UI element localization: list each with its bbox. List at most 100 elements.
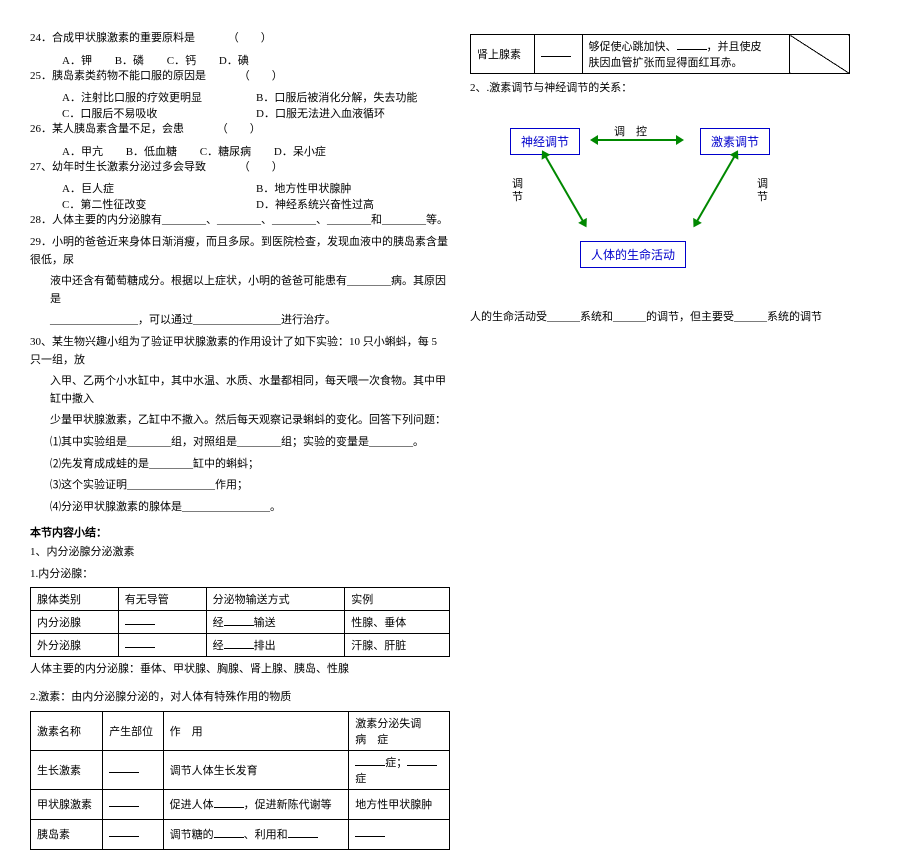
t2-h4: 激素分泌失调 病 症 (349, 711, 450, 750)
q27: 27、幼年时生长激素分泌过多会导致 （ ） (30, 159, 450, 177)
q24-opt-d: D．碘 (219, 52, 249, 68)
label-top: 调 控 (612, 123, 649, 139)
t2-r1c2 (103, 750, 163, 789)
t2-r3c1: 胰岛素 (31, 819, 103, 849)
t2-r3c2 (103, 819, 163, 849)
sec1: 1、内分泌腺分泌激素 (30, 544, 450, 562)
table-row: 内分泌腺 经输送 性腺、垂体 (31, 611, 450, 634)
q26: 26．某人胰岛素含量不足，会患 （ ） (30, 121, 450, 139)
q27-paren: （ ） (239, 161, 283, 173)
q25-text: 25．胰岛素类药物不能口服的原因是 (30, 70, 206, 82)
tr-r1c2 (534, 35, 582, 74)
q25-opt-d: D．口服无法进入血液循环 (256, 105, 450, 121)
table-row: 激素名称 产生部位 作 用 激素分泌失调 病 症 (31, 711, 450, 750)
table-row: 生长激素 调节人体生长发育 症；症 (31, 750, 450, 789)
q26-options: A．甲亢 B．低血糖 C．糖尿病 D．呆小症 (30, 143, 450, 159)
arrow-top (592, 139, 682, 141)
q27-opts-row2: C．第二性征改变 D．神经系统兴奋性过高 (30, 196, 450, 212)
arrow-right (694, 151, 738, 226)
q29-line2: 液中还含有葡萄糖成分。根据以上症状，小明的爸爸可能患有________病。其原因… (30, 273, 450, 308)
t2-r2c2 (103, 789, 163, 819)
arrow-left (542, 151, 586, 226)
q26-opt-c: C．糖尿病 (200, 143, 251, 159)
t1-h1: 腺体类别 (31, 588, 119, 611)
t1-h2: 有无导管 (118, 588, 206, 611)
table-row: 胰岛素 调节糖的、利用和 (31, 819, 450, 849)
t1-r1c2 (118, 611, 206, 634)
table-gland: 腺体类别 有无导管 分泌物输送方式 实例 内分泌腺 经输送 性腺、垂体 外分泌腺… (30, 587, 450, 657)
q24-paren: （ ） (228, 32, 272, 44)
q25-opts-row2: C．口服后不易吸收 D．口服无法进入血液循环 (30, 105, 450, 121)
t2-r1c4: 症；症 (349, 750, 450, 789)
q27-opt-d: D．神经系统兴奋性过高 (256, 196, 450, 212)
t1-r2c4: 汗腺、肝脏 (345, 634, 450, 657)
q30-sub3: ⑶这个实验证明________________作用； (30, 477, 450, 495)
q27-opt-b: B．地方性甲状腺肿 (256, 180, 450, 196)
q24-opt-a: A．钾 (62, 52, 92, 68)
t2-r2c1: 甲状腺激素 (31, 789, 103, 819)
t1-h3: 分泌物输送方式 (206, 588, 345, 611)
table-row: 腺体类别 有无导管 分泌物输送方式 实例 (31, 588, 450, 611)
q25-paren: （ ） (239, 70, 283, 82)
q30-sub4: ⑷分泌甲状腺激素的腺体是________________。 (30, 499, 450, 517)
diagram: 神经调节 激素调节 人体的生命活动 调 控 调 节 调 节 (500, 128, 780, 268)
table-row: 肾上腺素 够促使心跳加快、，并且使皮 肤因血管扩张而显得面红耳赤。 (471, 35, 850, 74)
label-left: 调 节 (512, 178, 523, 204)
t1-r2c1: 外分泌腺 (31, 634, 119, 657)
t2-r3c4 (349, 819, 450, 849)
t1-r1c1: 内分泌腺 (31, 611, 119, 634)
t1-r2c2 (118, 634, 206, 657)
table-row: 外分泌腺 经排出 汗腺、肝脏 (31, 634, 450, 657)
q26-opt-b: B．低血糖 (126, 143, 177, 159)
q24-options: A．钾 B．磷 C．钙 D．碘 (30, 52, 450, 68)
t2-h3: 作 用 (163, 711, 349, 750)
tr-r1c3: 够促使心跳加快、，并且使皮 肤因血管扩张而显得面红耳赤。 (582, 35, 789, 74)
q26-opt-d: D．呆小症 (274, 143, 326, 159)
q27-opts-row1: A．巨人症 B．地方性甲状腺肿 (30, 180, 450, 196)
t2-r2c4: 地方性甲状腺肿 (349, 789, 450, 819)
q24-text: 24．合成甲状腺激素的重要原料是 (30, 32, 195, 44)
summary: 人的生命活动受______系统和______的调节，但主要受______系统的调… (470, 308, 890, 324)
q27-opt-a: A．巨人症 (62, 180, 256, 196)
sec2: 2.激素：由内分泌腺分泌的，对人体有特殊作用的物质 (30, 689, 450, 707)
table-adrenaline: 肾上腺素 够促使心跳加快、，并且使皮 肤因血管扩张而显得面红耳赤。 (470, 34, 850, 74)
section-2-title: 2、.激素调节与神经调节的关系： (470, 80, 890, 98)
q28: 28．人体主要的内分泌腺有________、________、________、… (30, 212, 450, 230)
q29-line1: 29．小明的爸爸近来身体日渐消瘦，而且多尿。到医院检查，发现血液中的胰岛素含量很… (30, 234, 450, 269)
q27-opt-c: C．第二性征改变 (62, 196, 256, 212)
note-after-t1: 人体主要的内分泌腺：垂体、甲状腺、胸腺、肾上腺、胰岛、性腺 (30, 661, 450, 679)
q27-text: 27、幼年时生长激素分泌过多会导致 (30, 161, 206, 173)
t2-h2: 产生部位 (103, 711, 163, 750)
tr-diag-cell (790, 35, 850, 74)
table-hormone: 激素名称 产生部位 作 用 激素分泌失调 病 症 生长激素 调节人体生长发育 症… (30, 711, 450, 850)
sec1-1: 1.内分泌腺： (30, 566, 450, 584)
q24-opt-c: C．钙 (167, 52, 196, 68)
t1-r1c3: 经输送 (206, 611, 345, 634)
table-row: 甲状腺激素 促进人体，促进新陈代谢等 地方性甲状腺肿 (31, 789, 450, 819)
q30-sub1: ⑴其中实验组是________组，对照组是________组；实验的变量是___… (30, 434, 450, 452)
q25-opts-row1: A．注射比口服的疗效更明显 B．口服后被消化分解，失去功能 (30, 89, 450, 105)
q24: 24．合成甲状腺激素的重要原料是 （ ） (30, 30, 450, 48)
t2-r1c1: 生长激素 (31, 750, 103, 789)
right-column: 肾上腺素 够促使心跳加快、，并且使皮 肤因血管扩张而显得面红耳赤。 2、.激素调… (460, 0, 920, 860)
q25: 25．胰岛素类药物不能口服的原因是 （ ） (30, 68, 450, 86)
left-column: 24．合成甲状腺激素的重要原料是 （ ） A．钾 B．磷 C．钙 D．碘 25．… (0, 0, 460, 860)
t1-h4: 实例 (345, 588, 450, 611)
label-right: 调 节 (757, 178, 768, 204)
q30-line2: 入甲、乙两个小水缸中，其中水温、水质、水量都相同，每天喂一次食物。其中甲缸中撒入 (30, 373, 450, 408)
q30-line3: 少量甲状腺激素，乙缸中不撒入。然后每天观察记录蝌蚪的变化。回答下列问题： (30, 412, 450, 430)
q24-opt-b: B．磷 (115, 52, 144, 68)
q25-opt-c: C．口服后不易吸收 (62, 105, 256, 121)
q30-line1: 30、某生物兴趣小组为了验证甲状腺激素的作用设计了如下实验：10 只小蝌蚪，每 … (30, 334, 450, 369)
t2-r3c3: 调节糖的、利用和 (163, 819, 349, 849)
q25-opt-a: A．注射比口服的疗效更明显 (62, 89, 256, 105)
t2-r2c3: 促进人体，促进新陈代谢等 (163, 789, 349, 819)
section-title: 本节内容小结： (30, 524, 450, 540)
q26-text: 26．某人胰岛素含量不足，会患 (30, 123, 184, 135)
q30-sub2: ⑵先发育成成蛙的是________缸中的蝌蚪； (30, 456, 450, 474)
t2-r1c3: 调节人体生长发育 (163, 750, 349, 789)
q26-opt-a: A．甲亢 (62, 143, 103, 159)
t1-r2c3: 经排出 (206, 634, 345, 657)
t1-r1c4: 性腺、垂体 (345, 611, 450, 634)
t2-h1: 激素名称 (31, 711, 103, 750)
